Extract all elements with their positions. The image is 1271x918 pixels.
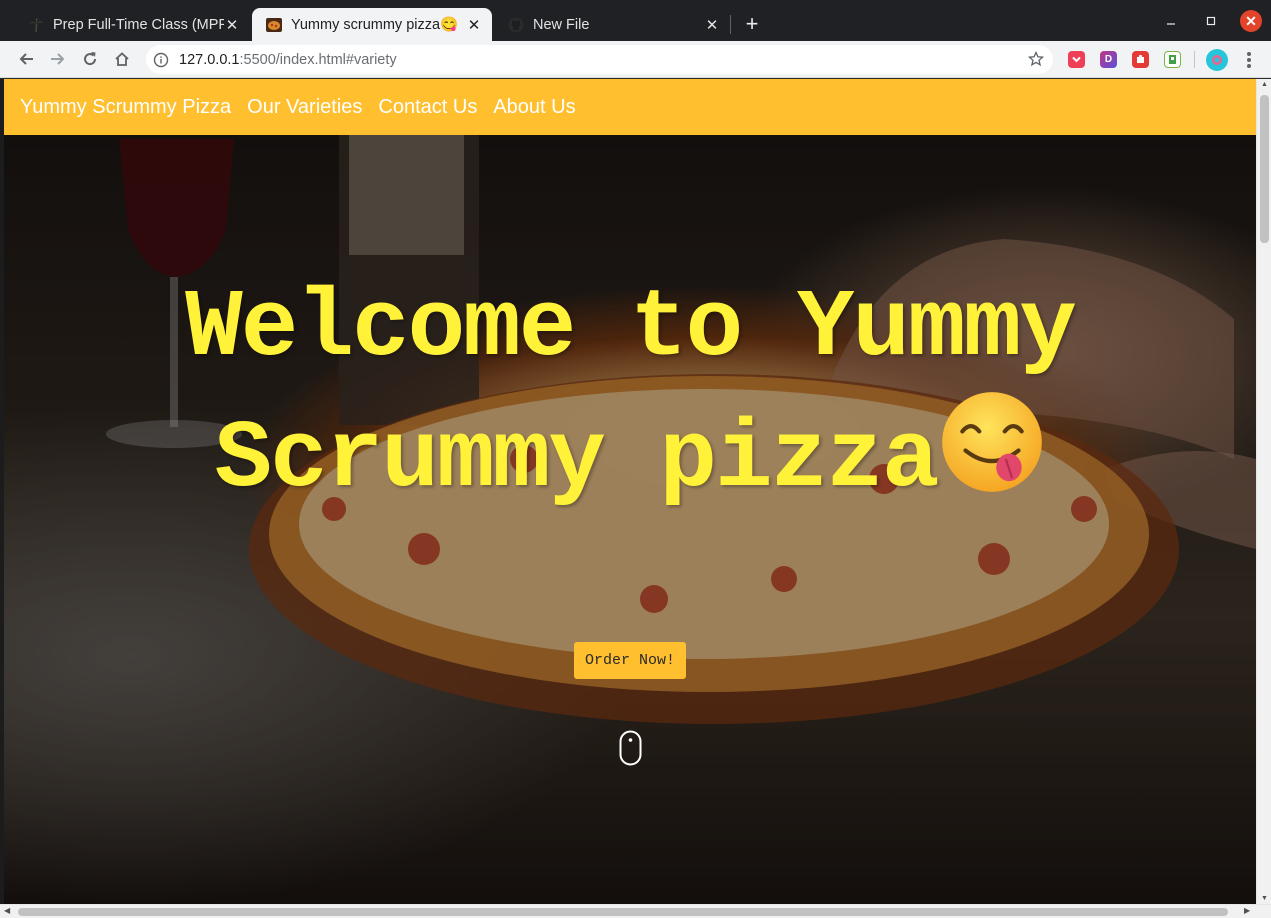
- nav-link-contact[interactable]: Contact Us: [378, 96, 477, 119]
- nav-brand-link[interactable]: Yummy Scrummy Pizza: [20, 96, 231, 119]
- minimize-window-icon[interactable]: [1160, 10, 1182, 32]
- vertical-scrollbar[interactable]: ▲ ▼: [1256, 79, 1271, 904]
- evernote-icon[interactable]: [1164, 51, 1181, 68]
- forward-arrow-icon[interactable]: [45, 46, 71, 72]
- scroll-down-arrow-icon[interactable]: ▼: [1260, 895, 1269, 902]
- tab-title: Yummy scrummy pizza😋: [291, 17, 459, 33]
- browser-menu-icon[interactable]: [1240, 50, 1258, 70]
- url-text: 127.0.0.1:5500/index.html#variety: [179, 52, 397, 68]
- horizontal-scroll-thumb[interactable]: [18, 908, 1228, 916]
- github-icon: [508, 17, 524, 33]
- site-navbar: Yummy Scrummy Pizza Our Varieties Contac…: [4, 79, 1256, 135]
- reload-icon[interactable]: [77, 46, 103, 72]
- maximize-window-icon[interactable]: [1200, 10, 1222, 32]
- tab-title: New File: [533, 16, 590, 33]
- site-info-icon[interactable]: [153, 52, 169, 68]
- tab-separator: [730, 15, 731, 34]
- scroll-left-arrow-icon[interactable]: ◀: [4, 906, 10, 915]
- puzzle-extension-icon[interactable]: [1132, 51, 1149, 68]
- toolbar-separator: [1194, 51, 1195, 68]
- mouse-scroll-icon[interactable]: [619, 730, 642, 766]
- pizza-image-icon: [266, 17, 282, 33]
- address-bar[interactable]: 127.0.0.1:5500/index.html#variety: [146, 45, 1053, 74]
- palm-tree-icon: [28, 17, 44, 33]
- vertical-scroll-thumb[interactable]: [1260, 95, 1269, 243]
- browser-tab-strip: Prep Full-Time Class (MPF ✕ Yummy scrumm…: [0, 0, 1271, 41]
- close-tab-icon[interactable]: ✕: [704, 17, 720, 34]
- url-host: 127.0.0.1: [179, 51, 240, 68]
- url-path: :5500/index.html#variety: [239, 51, 397, 68]
- pocket-icon[interactable]: [1068, 51, 1085, 68]
- nav-link-varieties[interactable]: Our Varieties: [247, 96, 362, 119]
- profile-avatar-icon[interactable]: [1206, 49, 1228, 71]
- scroll-up-arrow-icon[interactable]: ▲: [1260, 81, 1269, 88]
- scroll-right-arrow-icon[interactable]: ▶: [1244, 906, 1250, 915]
- order-now-button[interactable]: Order Now!: [574, 642, 686, 679]
- home-icon[interactable]: [109, 46, 135, 72]
- face-savoring-food-emoji: [942, 392, 1043, 492]
- back-arrow-icon[interactable]: [13, 46, 39, 72]
- hero-headline: Welcome to Yummy Scrummy pizza: [124, 269, 1136, 520]
- new-tab-plus-icon[interactable]: +: [740, 11, 764, 36]
- page-viewport: Yummy Scrummy Pizza Our Varieties Contac…: [4, 79, 1256, 904]
- browser-toolbar: 127.0.0.1:5500/index.html#variety D: [0, 41, 1271, 78]
- tab-new-file[interactable]: New File ✕: [494, 8, 730, 41]
- nav-link-about[interactable]: About Us: [493, 96, 575, 119]
- tab-prep-class[interactable]: Prep Full-Time Class (MPF ✕: [14, 8, 250, 41]
- tab-yummy-pizza[interactable]: Yummy scrummy pizza😋 ✕: [252, 8, 492, 41]
- close-tab-icon[interactable]: ✕: [224, 17, 240, 34]
- close-tab-icon[interactable]: ✕: [466, 17, 482, 34]
- tab-title: Prep Full-Time Class (MPF: [53, 16, 224, 33]
- horizontal-scrollbar[interactable]: ◀ ▶: [0, 904, 1271, 918]
- d-extension-icon[interactable]: D: [1100, 51, 1117, 68]
- close-window-icon[interactable]: ✕: [1240, 10, 1262, 32]
- bookmark-star-icon[interactable]: [1027, 50, 1045, 68]
